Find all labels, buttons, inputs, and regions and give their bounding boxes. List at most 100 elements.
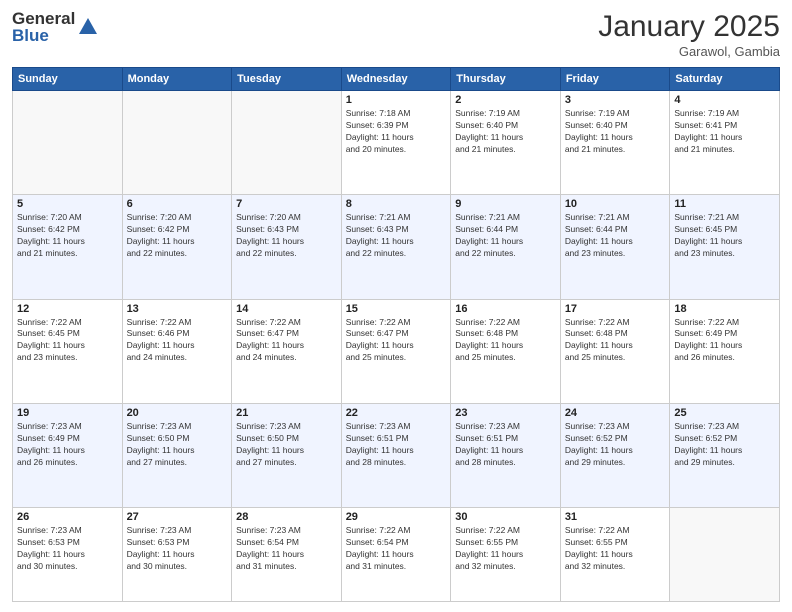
day-info: Sunrise: 7:22 AM Sunset: 6:46 PM Dayligh… (127, 317, 228, 365)
calendar-cell: 24 Sunrise: 7:23 AM Sunset: 6:52 PM Dayli… (560, 403, 670, 507)
calendar-cell: 20 Sunrise: 7:23 AM Sunset: 6:50 PM Dayli… (122, 403, 232, 507)
header-day-saturday: Saturday (670, 68, 780, 91)
calendar-cell: 11 Sunrise: 7:21 AM Sunset: 6:45 PM Dayli… (670, 195, 780, 299)
calendar-cell: 6Sunrise: 7:20 AM Sunset: 6:42 PM Daylig… (122, 195, 232, 299)
day-number: 12 (17, 303, 118, 315)
day-number: 22 (346, 407, 447, 419)
calendar-cell: 18 Sunrise: 7:22 AM Sunset: 6:49 PM Dayli… (670, 299, 780, 403)
day-number: 17 (565, 303, 666, 315)
header-day-thursday: Thursday (451, 68, 561, 91)
calendar-cell: 27Sunrise: 7:23 AM Sunset: 6:53 PM Dayli… (122, 508, 232, 602)
day-number: 11 (674, 198, 775, 210)
day-info: Sunrise: 7:23 AM Sunset: 6:51 PM Dayligh… (346, 421, 447, 469)
day-info: Sunrise: 7:22 AM Sunset: 6:47 PM Dayligh… (236, 317, 337, 365)
calendar-cell: 21 Sunrise: 7:23 AM Sunset: 6:50 PM Dayli… (232, 403, 342, 507)
calendar-cell: 5 Sunrise: 7:20 AM Sunset: 6:42 PM Daylig… (13, 195, 123, 299)
calendar-cell: 1 Sunrise: 7:18 AM Sunset: 6:39 PM Daylig… (341, 91, 451, 195)
day-number: 19 (17, 407, 118, 419)
calendar-cell (13, 91, 123, 195)
title-area: January 2025 Garawol, Gambia (598, 10, 780, 59)
logo-blue: Blue (12, 27, 75, 44)
calendar-cell: 23 Sunrise: 7:23 AM Sunset: 6:51 PM Dayli… (451, 403, 561, 507)
calendar-header: SundayMondayTuesdayWednesdayThursdayFrid… (13, 68, 780, 91)
day-number: 25 (674, 407, 775, 419)
calendar-cell: 17 Sunrise: 7:22 AM Sunset: 6:48 PM Dayli… (560, 299, 670, 403)
day-info: Sunrise: 7:22 AM Sunset: 6:48 PM Dayligh… (455, 317, 556, 365)
day-info: Sunrise: 7:18 AM Sunset: 6:39 PM Dayligh… (346, 108, 447, 156)
day-number: 20 (127, 407, 228, 419)
week-row-3: 12 Sunrise: 7:22 AM Sunset: 6:45 PM Dayli… (13, 299, 780, 403)
day-info: Sunrise: 7:19 AM Sunset: 6:40 PM Dayligh… (455, 108, 556, 156)
calendar-cell: 28Sunrise: 7:23 AM Sunset: 6:54 PM Dayli… (232, 508, 342, 602)
month-title: January 2025 (598, 10, 780, 44)
calendar-cell: 31Sunrise: 7:22 AM Sunset: 6:55 PM Dayli… (560, 508, 670, 602)
day-number: 10 (565, 198, 666, 210)
day-info: Sunrise: 7:20 AM Sunset: 6:42 PM Dayligh… (127, 212, 228, 260)
calendar-body: 1 Sunrise: 7:18 AM Sunset: 6:39 PM Daylig… (13, 91, 780, 602)
day-number: 15 (346, 303, 447, 315)
day-info: Sunrise: 7:20 AM Sunset: 6:42 PM Dayligh… (17, 212, 118, 260)
calendar-cell (670, 508, 780, 602)
calendar-cell: 30Sunrise: 7:22 AM Sunset: 6:55 PM Dayli… (451, 508, 561, 602)
day-number: 23 (455, 407, 556, 419)
day-info: Sunrise: 7:22 AM Sunset: 6:54 PM Dayligh… (346, 525, 447, 573)
day-info: Sunrise: 7:22 AM Sunset: 6:49 PM Dayligh… (674, 317, 775, 365)
calendar-cell: 13Sunrise: 7:22 AM Sunset: 6:46 PM Dayli… (122, 299, 232, 403)
calendar-cell: 12 Sunrise: 7:22 AM Sunset: 6:45 PM Dayli… (13, 299, 123, 403)
day-info: Sunrise: 7:22 AM Sunset: 6:48 PM Dayligh… (565, 317, 666, 365)
day-number: 24 (565, 407, 666, 419)
day-number: 31 (565, 511, 666, 523)
calendar-table: SundayMondayTuesdayWednesdayThursdayFrid… (12, 67, 780, 602)
day-number: 1 (346, 94, 447, 106)
calendar-cell: 14Sunrise: 7:22 AM Sunset: 6:47 PM Dayli… (232, 299, 342, 403)
calendar-cell: 3 Sunrise: 7:19 AM Sunset: 6:40 PM Daylig… (560, 91, 670, 195)
calendar-cell: 8 Sunrise: 7:21 AM Sunset: 6:43 PM Daylig… (341, 195, 451, 299)
day-number: 7 (236, 198, 337, 210)
location: Garawol, Gambia (598, 44, 780, 59)
week-row-4: 19 Sunrise: 7:23 AM Sunset: 6:49 PM Dayli… (13, 403, 780, 507)
day-number: 27 (127, 511, 228, 523)
day-number: 18 (674, 303, 775, 315)
day-info: Sunrise: 7:22 AM Sunset: 6:47 PM Dayligh… (346, 317, 447, 365)
day-number: 2 (455, 94, 556, 106)
day-number: 29 (346, 511, 447, 523)
day-info: Sunrise: 7:23 AM Sunset: 6:52 PM Dayligh… (565, 421, 666, 469)
day-number: 3 (565, 94, 666, 106)
calendar-cell: 26Sunrise: 7:23 AM Sunset: 6:53 PM Dayli… (13, 508, 123, 602)
day-info: Sunrise: 7:22 AM Sunset: 6:55 PM Dayligh… (455, 525, 556, 573)
calendar-cell: 22 Sunrise: 7:23 AM Sunset: 6:51 PM Dayli… (341, 403, 451, 507)
day-info: Sunrise: 7:21 AM Sunset: 6:43 PM Dayligh… (346, 212, 447, 260)
logo-icon (77, 16, 99, 38)
calendar-cell: 25Sunrise: 7:23 AM Sunset: 6:52 PM Dayli… (670, 403, 780, 507)
calendar-cell (232, 91, 342, 195)
day-number: 26 (17, 511, 118, 523)
logo: General Blue (12, 10, 99, 44)
header-day-wednesday: Wednesday (341, 68, 451, 91)
day-info: Sunrise: 7:22 AM Sunset: 6:45 PM Dayligh… (17, 317, 118, 365)
day-info: Sunrise: 7:21 AM Sunset: 6:44 PM Dayligh… (455, 212, 556, 260)
day-info: Sunrise: 7:21 AM Sunset: 6:45 PM Dayligh… (674, 212, 775, 260)
calendar-cell: 16 Sunrise: 7:22 AM Sunset: 6:48 PM Dayli… (451, 299, 561, 403)
day-info: Sunrise: 7:21 AM Sunset: 6:44 PM Dayligh… (565, 212, 666, 260)
week-row-5: 26Sunrise: 7:23 AM Sunset: 6:53 PM Dayli… (13, 508, 780, 602)
calendar-cell: 7 Sunrise: 7:20 AM Sunset: 6:43 PM Daylig… (232, 195, 342, 299)
header: General Blue January 2025 Garawol, Gambi… (12, 10, 780, 59)
calendar-cell: 10 Sunrise: 7:21 AM Sunset: 6:44 PM Dayli… (560, 195, 670, 299)
header-day-monday: Monday (122, 68, 232, 91)
day-info: Sunrise: 7:23 AM Sunset: 6:51 PM Dayligh… (455, 421, 556, 469)
day-info: Sunrise: 7:23 AM Sunset: 6:50 PM Dayligh… (236, 421, 337, 469)
day-info: Sunrise: 7:23 AM Sunset: 6:50 PM Dayligh… (127, 421, 228, 469)
page: General Blue January 2025 Garawol, Gambi… (0, 0, 792, 612)
day-number: 21 (236, 407, 337, 419)
day-info: Sunrise: 7:19 AM Sunset: 6:40 PM Dayligh… (565, 108, 666, 156)
day-info: Sunrise: 7:23 AM Sunset: 6:54 PM Dayligh… (236, 525, 337, 573)
day-number: 4 (674, 94, 775, 106)
day-number: 16 (455, 303, 556, 315)
header-day-tuesday: Tuesday (232, 68, 342, 91)
day-info: Sunrise: 7:19 AM Sunset: 6:41 PM Dayligh… (674, 108, 775, 156)
day-number: 8 (346, 198, 447, 210)
calendar-cell: 4 Sunrise: 7:19 AM Sunset: 6:41 PM Daylig… (670, 91, 780, 195)
day-number: 5 (17, 198, 118, 210)
day-info: Sunrise: 7:23 AM Sunset: 6:49 PM Dayligh… (17, 421, 118, 469)
day-info: Sunrise: 7:20 AM Sunset: 6:43 PM Dayligh… (236, 212, 337, 260)
